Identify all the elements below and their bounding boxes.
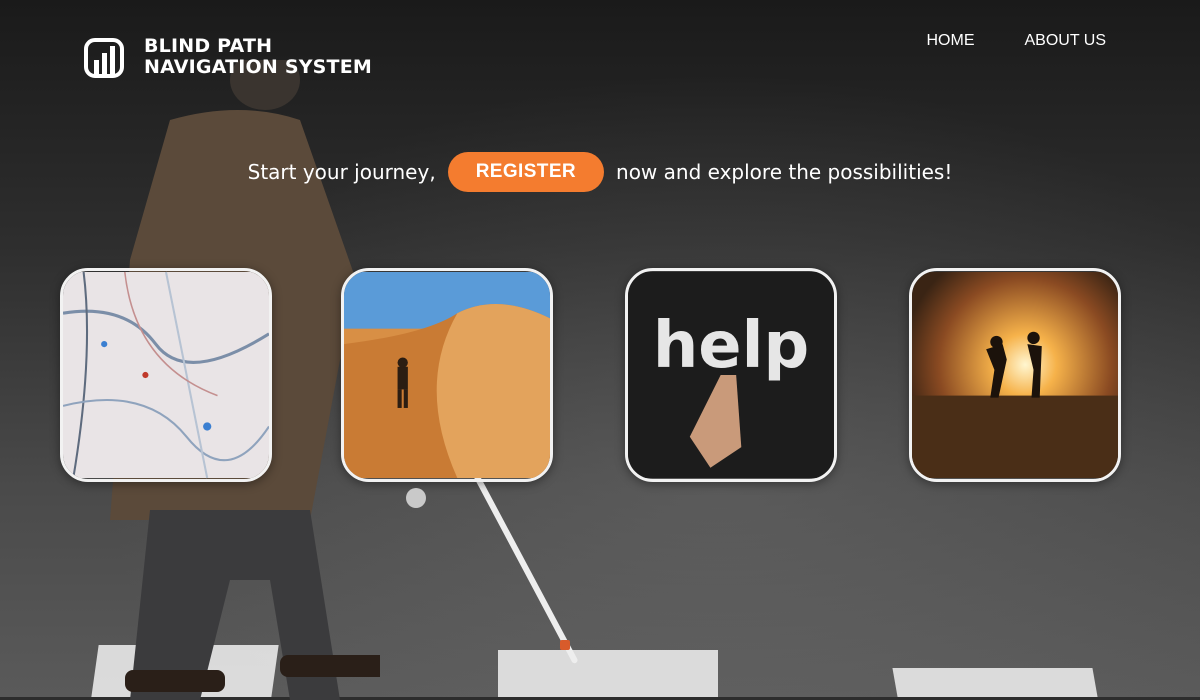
map-image-card[interactable] (60, 268, 272, 482)
brand-name[interactable]: BLIND PATH NAVIGATION SYSTEM (144, 36, 372, 78)
sunset-image (912, 272, 1118, 478)
help-chalk-text: help (653, 309, 809, 383)
cane-tip (560, 640, 570, 650)
hero-tagline: Start your journey, REGISTER now and exp… (0, 152, 1200, 192)
nav-home-link[interactable]: HOME (927, 32, 975, 50)
help-image: help (628, 272, 834, 478)
nav-about-link[interactable]: ABOUT US (1025, 32, 1107, 50)
main-nav: HOME ABOUT US (927, 32, 1107, 50)
sunset-highfive-image-card[interactable] (909, 268, 1121, 482)
site-header: BLIND PATH NAVIGATION SYSTEM HOME ABOUT … (0, 0, 1200, 100)
tagline-prefix: Start your journey, (247, 160, 436, 184)
crosswalk-stripe (498, 650, 718, 697)
brand-line-1: BLIND PATH (144, 35, 273, 57)
tagline-suffix: now and explore the possibilities! (616, 160, 953, 184)
desert-image (344, 272, 550, 478)
crosswalk-stripe (892, 668, 1098, 697)
help-image-card[interactable]: help (625, 268, 837, 482)
carousel-dot[interactable] (406, 488, 426, 508)
bar-chart-logo-icon[interactable] (84, 38, 124, 78)
map-image (63, 271, 269, 479)
register-button[interactable]: REGISTER (447, 152, 605, 192)
desert-walker-image-card[interactable] (341, 268, 553, 482)
brand-line-2: NAVIGATION SYSTEM (144, 56, 372, 78)
